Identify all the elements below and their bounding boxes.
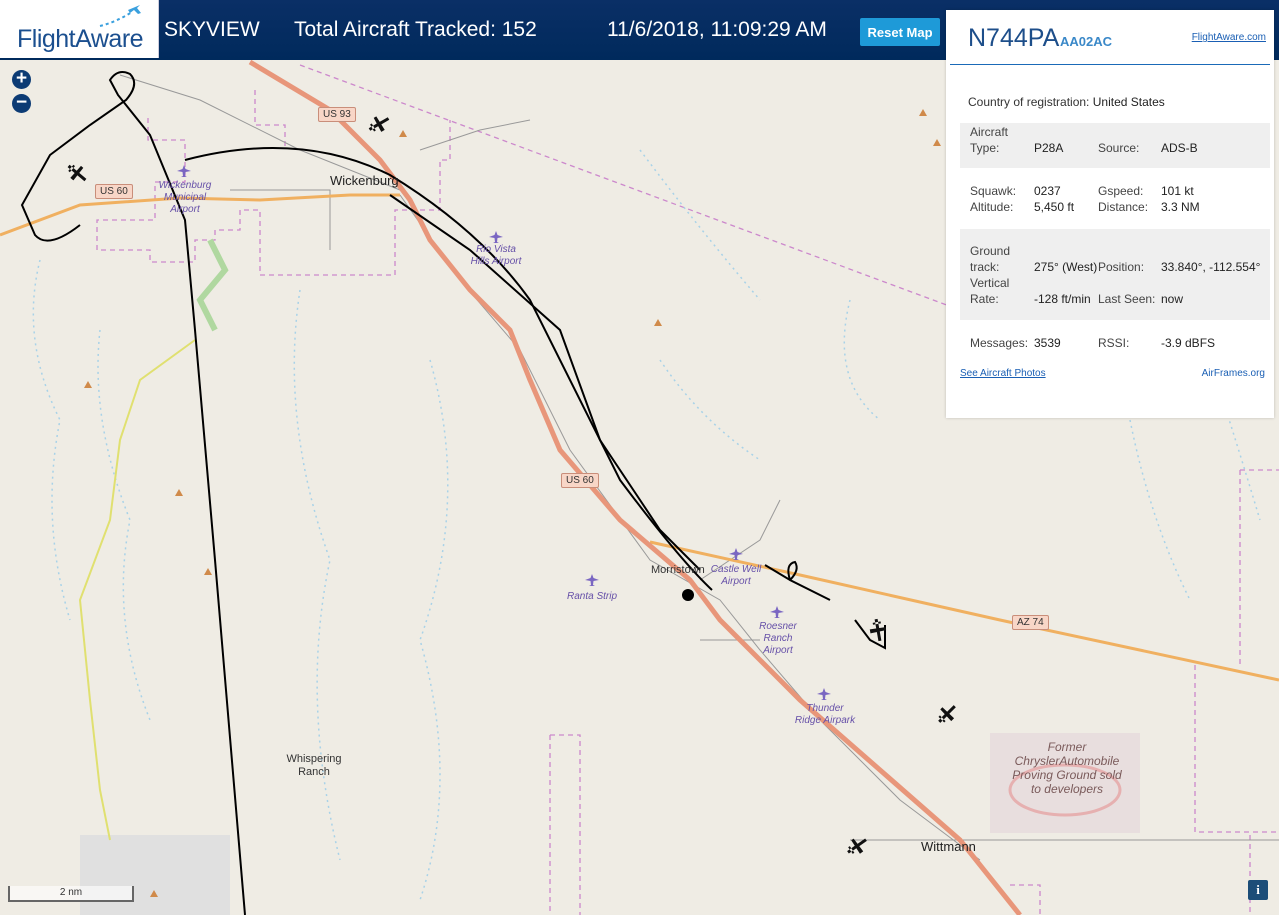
aircraft-photos-link[interactable]: See Aircraft Photos: [960, 368, 1046, 379]
rssi-label: RSSI:: [1098, 336, 1130, 350]
last-seen-value: now: [1161, 292, 1184, 306]
source-label: Source:: [1098, 141, 1140, 155]
messages-label: Messages:: [970, 336, 1029, 350]
messages-value: 3539: [1034, 336, 1061, 350]
vertical-rate-label: Vertical Rate:: [970, 276, 1010, 306]
vertical-rate-value: -128 ft/min: [1034, 292, 1091, 306]
altitude-label: Altitude:: [970, 200, 1014, 214]
gspeed-label: Gspeed:: [1098, 184, 1144, 198]
squawk-value: 0237: [1034, 184, 1061, 198]
aircraft-icon[interactable]: [843, 833, 870, 859]
aircraft-count: Total Aircraft Tracked: 152: [294, 18, 537, 41]
aircraft-icon[interactable]: [365, 112, 392, 137]
logo-plane-icon: [99, 5, 141, 27]
distance-label: Distance:: [1098, 200, 1149, 214]
aircraft-type-value: P28A: [1034, 141, 1064, 155]
aircraft-type-label: Aircraft Type:: [970, 125, 1009, 155]
registration: N744PA: [968, 24, 1060, 52]
timestamp: 11/6/2018, 11:09:29 AM: [607, 18, 827, 41]
aircraft-icon[interactable]: [63, 160, 90, 186]
country-value: United States: [1092, 95, 1165, 109]
ground-track-label: Ground track:: [970, 244, 1011, 274]
map-scale: 2 nm: [8, 886, 134, 902]
aircraft-icon[interactable]: [934, 701, 961, 728]
position-label: Position:: [1098, 260, 1145, 274]
gspeed-value: 101 kt: [1161, 184, 1194, 198]
aircraft-detail-panel: N744PA AA02AC FlightAware.com Country of…: [946, 10, 1274, 418]
position-value: 33.840°, -112.554°: [1161, 260, 1261, 274]
source-value: ADS-B: [1161, 141, 1198, 155]
rssi-value: -3.9 dBFS: [1161, 336, 1216, 350]
app-name: SKYVIEW: [164, 18, 260, 41]
flightaware-logo[interactable]: FlightAware: [0, 0, 159, 58]
distance-value: 3.3 NM: [1161, 200, 1200, 214]
altitude-value: 5,450 ft: [1034, 200, 1075, 214]
selected-aircraft-icon[interactable]: [868, 618, 888, 642]
reset-map-button[interactable]: Reset Map: [860, 18, 940, 46]
airframes-link[interactable]: AirFrames.org: [1202, 368, 1265, 379]
squawk-label: Squawk:: [970, 184, 1017, 198]
country-row: Country of registration: United States: [968, 95, 1165, 109]
last-seen-label: Last Seen:: [1098, 292, 1156, 306]
panel-divider: [950, 64, 1270, 65]
hex-code: AA02AC: [1060, 34, 1113, 49]
flightaware-link[interactable]: FlightAware.com: [1192, 32, 1266, 43]
info-button[interactable]: i: [1248, 880, 1268, 900]
country-label: Country of registration:: [968, 95, 1090, 109]
ground-track-value: 275° (West): [1034, 260, 1098, 274]
